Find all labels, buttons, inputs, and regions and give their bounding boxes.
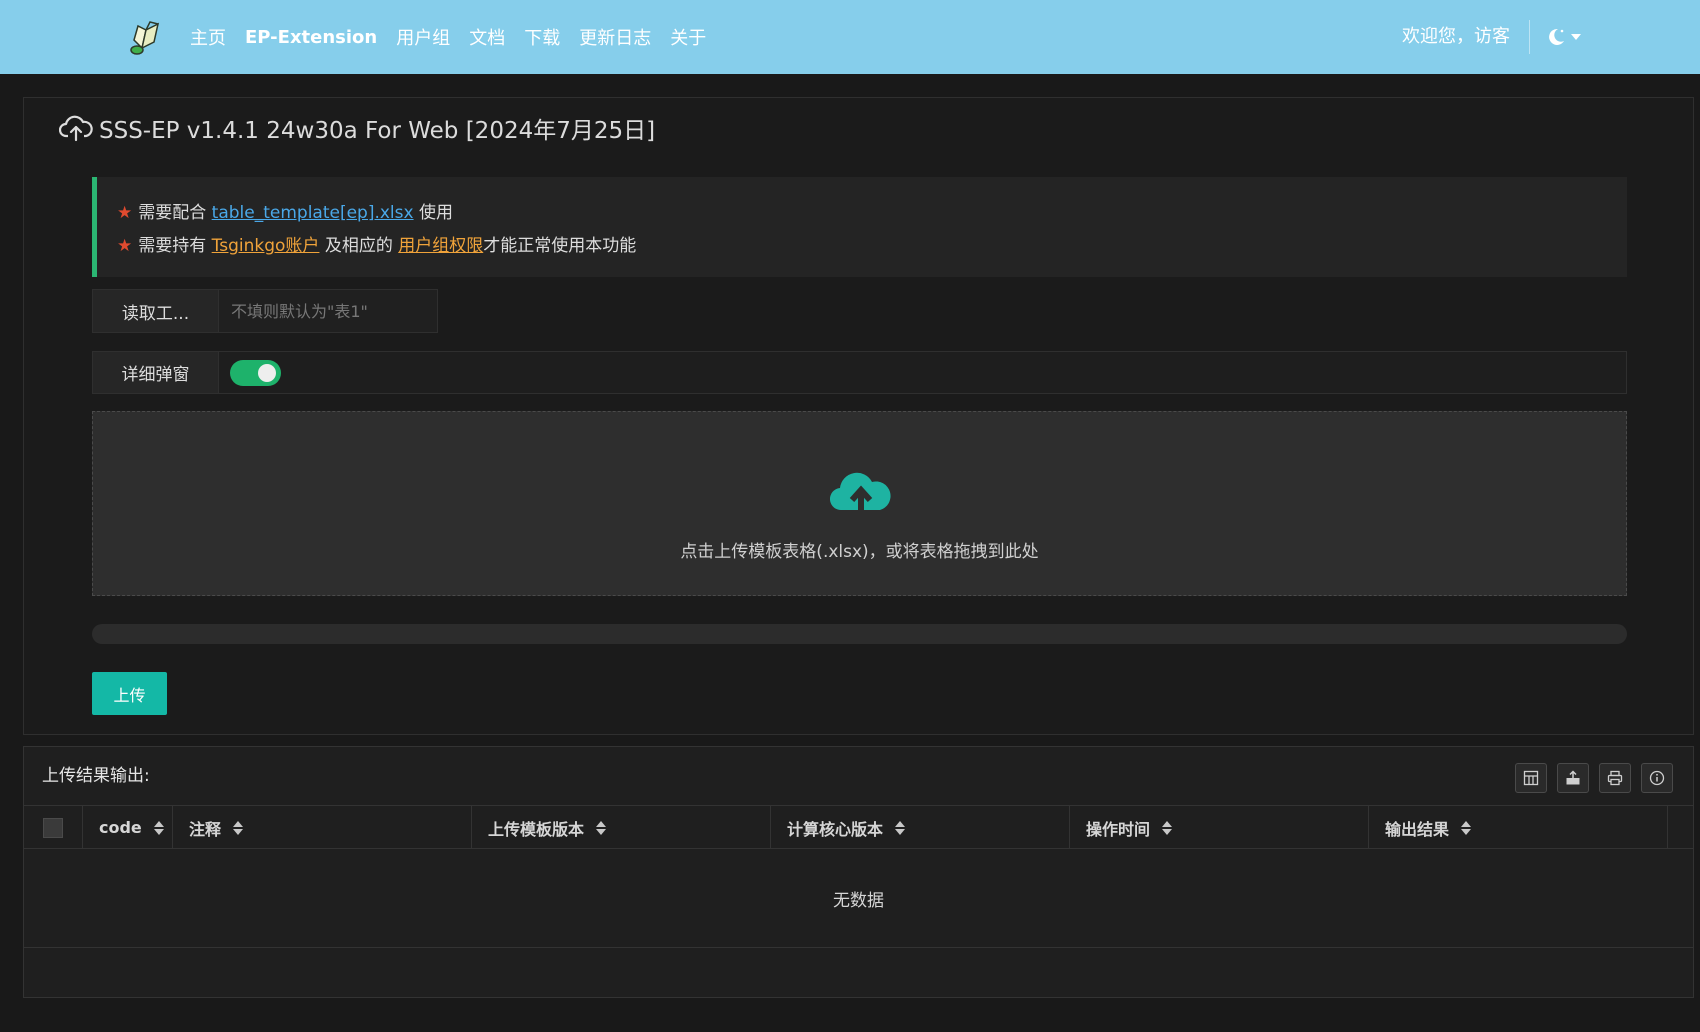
- notice-box: ★ 需要配合 table_template[ep].xlsx 使用 ★ 需要持有 T…: [92, 177, 1627, 277]
- navbar: 主页 EP-Extension 用户组 文档 下载 更新日志 关于 欢迎您，访客: [0, 0, 1700, 74]
- dropzone-text: 点击上传模板表格(.xlsx)，或将表格拖拽到此处: [680, 542, 1039, 562]
- table-empty-message: 无数据: [24, 849, 1693, 948]
- sort-icon: [1461, 820, 1472, 835]
- table-header-row: code 注释 上传模板版本 计算核心版本 操作时间 输出结果: [24, 806, 1693, 849]
- notice-text: 需要持有: [138, 236, 207, 256]
- sheet-input-group: 读取工...: [92, 289, 438, 333]
- nav-item-ep-extension[interactable]: EP-Extension: [245, 27, 377, 48]
- table-toolbar: [1505, 763, 1673, 793]
- upload-progress-bar: [92, 624, 1627, 644]
- popup-label: 详细弹窗: [93, 352, 219, 393]
- switch-container: [219, 352, 1626, 393]
- notice-text: 才能正常使用本功能: [483, 236, 637, 256]
- notice-text: 使用: [418, 203, 453, 223]
- chevron-down-icon: [1571, 34, 1581, 40]
- column-header-output-result[interactable]: 输出结果: [1369, 806, 1668, 849]
- column-header-label: 注释: [189, 819, 222, 839]
- results-header: 上传结果输出:: [24, 747, 1693, 806]
- results-title: 上传结果输出:: [42, 766, 150, 786]
- columns-icon: [1523, 770, 1539, 786]
- notice-line-permission: ★ 需要持有 Tsginkgo账户 及相应的 用户组权限才能正常使用本功能: [117, 231, 636, 256]
- results-panel: 上传结果输出: code 注释 上传模板版本 计算核心版本 操作时间 输出结果 …: [23, 746, 1694, 998]
- cloud-upload-icon: [59, 115, 93, 142]
- nav-divider: [1529, 20, 1530, 54]
- nav-item-download[interactable]: 下载: [524, 24, 560, 50]
- nav-item-changelog[interactable]: 更新日志: [579, 24, 651, 50]
- sort-icon: [1162, 820, 1173, 835]
- export-icon: [1566, 770, 1580, 785]
- star-icon: ★: [117, 236, 133, 256]
- select-all-cell: [24, 806, 83, 849]
- column-header-label: 计算核心版本: [787, 819, 884, 839]
- info-icon: [1649, 770, 1665, 786]
- popup-switch-group: 详细弹窗: [92, 351, 1627, 394]
- select-all-checkbox[interactable]: [43, 817, 63, 838]
- template-link[interactable]: table_template[ep].xlsx: [212, 203, 414, 223]
- print-icon: [1607, 770, 1623, 786]
- panel-title-text: SSS-EP v1.4.1 24w30a For Web [2024年7月25日…: [99, 118, 656, 144]
- moon-icon: [1549, 28, 1564, 45]
- detail-popup-toggle[interactable]: [230, 360, 281, 386]
- column-header-label: 输出结果: [1385, 819, 1450, 839]
- column-header-label: code: [99, 818, 142, 837]
- export-button[interactable]: [1557, 763, 1589, 793]
- cloud-upload-icon: [830, 472, 891, 511]
- user-group-permission-link[interactable]: 用户组权限: [398, 236, 483, 256]
- column-header-core-version[interactable]: 计算核心版本: [771, 806, 1070, 849]
- star-icon: ★: [117, 203, 133, 223]
- columns-button[interactable]: [1515, 763, 1547, 793]
- notice-text: 及相应的: [324, 236, 393, 256]
- sort-icon: [153, 820, 164, 835]
- nav-item-home[interactable]: 主页: [190, 24, 226, 50]
- sheet-label: 读取工...: [93, 290, 219, 332]
- column-header-template-version[interactable]: 上传模板版本: [472, 806, 771, 849]
- column-header-comment[interactable]: 注释: [173, 806, 472, 849]
- info-button[interactable]: [1641, 763, 1673, 793]
- shuttlecock-logo-icon[interactable]: [128, 18, 168, 56]
- nav-item-user-group[interactable]: 用户组: [396, 24, 450, 50]
- sort-icon: [596, 820, 607, 835]
- print-button[interactable]: [1599, 763, 1631, 793]
- column-header-label: 操作时间: [1086, 819, 1151, 839]
- nav-item-docs[interactable]: 文档: [469, 24, 505, 50]
- sheet-name-input[interactable]: [219, 290, 437, 332]
- theme-toggle-dropdown[interactable]: [1545, 24, 1587, 50]
- column-header-label: 上传模板版本: [488, 819, 585, 839]
- column-header-operation-time[interactable]: 操作时间: [1070, 806, 1369, 849]
- notice-text: 需要配合: [138, 203, 207, 223]
- column-header-code[interactable]: code: [83, 806, 173, 849]
- upload-button[interactable]: 上传: [92, 672, 167, 715]
- welcome-text[interactable]: 欢迎您，访客: [1402, 0, 1510, 74]
- account-link[interactable]: Tsginkgo账户: [212, 236, 320, 256]
- upload-panel: SSS-EP v1.4.1 24w30a For Web [2024年7月25日…: [23, 97, 1694, 735]
- panel-title: SSS-EP v1.4.1 24w30a For Web [2024年7月25日…: [59, 108, 655, 148]
- nav-item-about[interactable]: 关于: [670, 24, 706, 50]
- sort-icon: [895, 820, 906, 835]
- toggle-knob: [258, 364, 276, 382]
- sort-icon: [233, 820, 244, 835]
- notice-line-template: ★ 需要配合 table_template[ep].xlsx 使用: [117, 198, 453, 223]
- file-dropzone[interactable]: 点击上传模板表格(.xlsx)，或将表格拖拽到此处: [92, 411, 1627, 596]
